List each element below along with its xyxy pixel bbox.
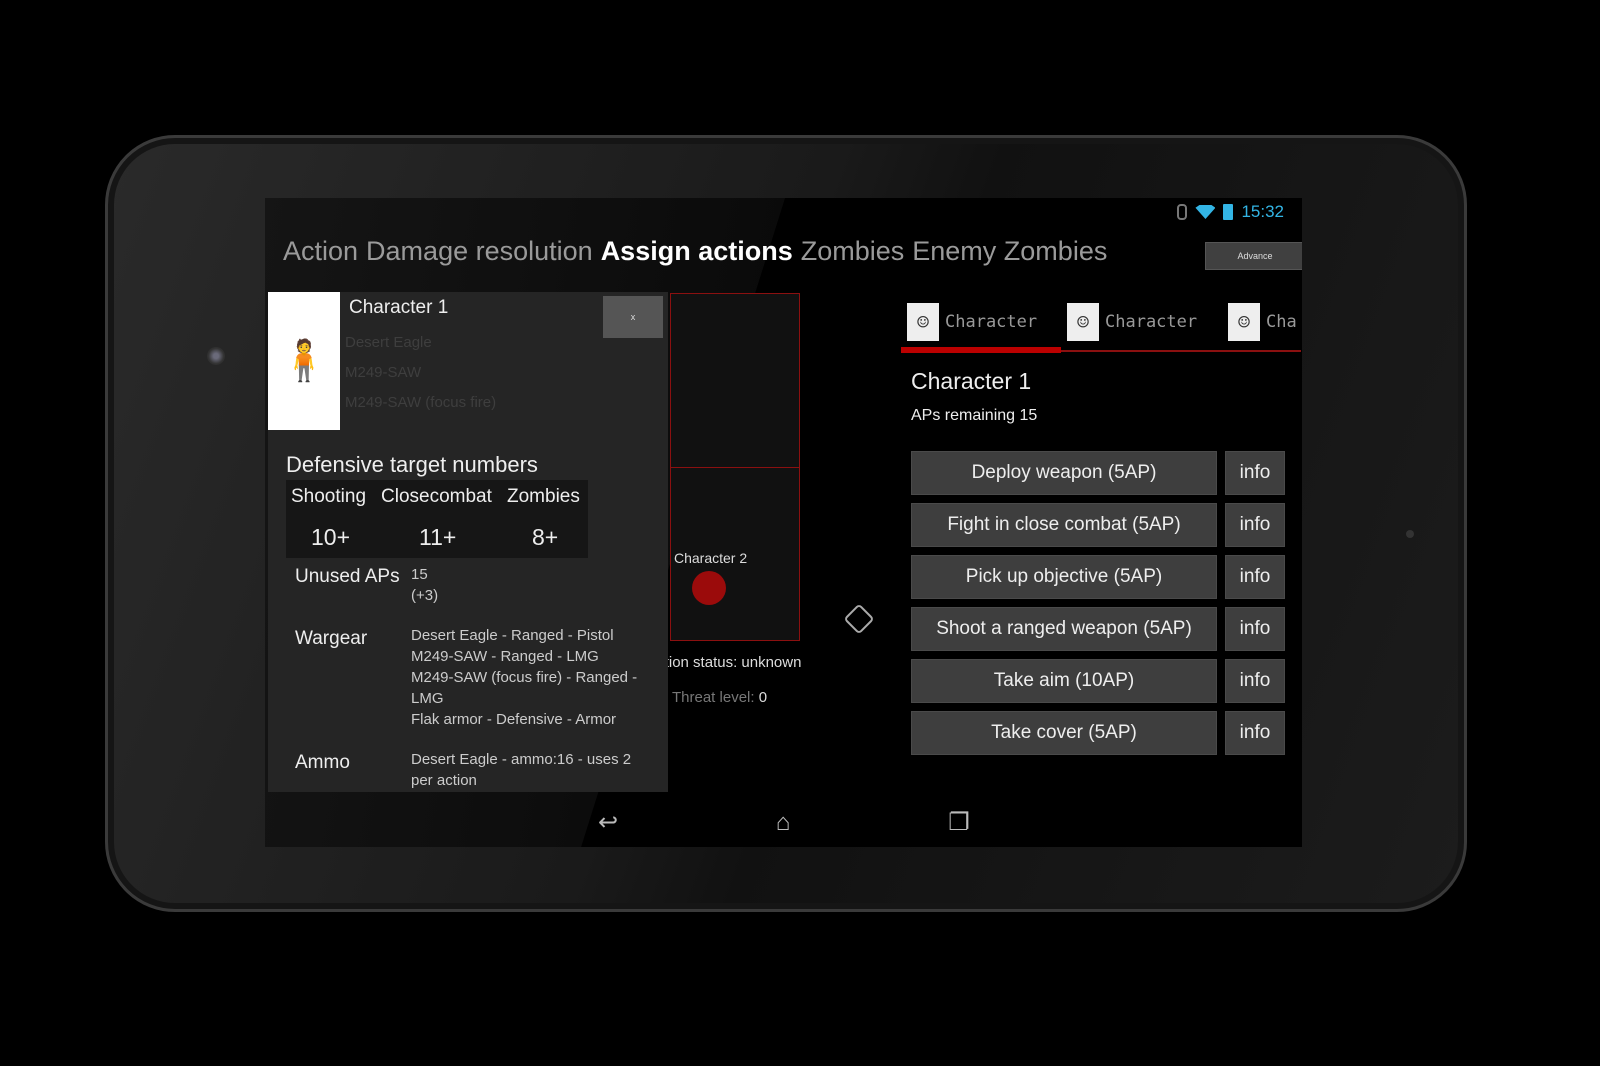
wargear-item: M249-SAW - Ranged - LMG	[411, 648, 599, 665]
character-detail-popup: 🧍 Character 1 x Desert Eagle M249-SAW M2…	[268, 292, 668, 792]
status-bar: 15:32	[1177, 202, 1284, 222]
camera-icon	[207, 347, 225, 365]
wargear-label: Wargear	[295, 628, 368, 649]
aps-remaining: APs remaining 15	[911, 407, 1038, 424]
char-tab-3[interactable]: ☺ Cha	[1228, 303, 1297, 341]
info-button[interactable]: info	[1225, 659, 1285, 703]
character-face-icon: ☺	[1228, 303, 1260, 341]
clock: 15:32	[1241, 202, 1284, 221]
ammo-label: Ammo	[295, 752, 350, 773]
active-tab-indicator	[901, 347, 1061, 353]
ammo-value: Desert Eagle - ammo:16 - uses 2 per acti…	[411, 751, 632, 789]
action-take-cover[interactable]: Take cover (5AP)	[911, 711, 1217, 755]
wargear-list: Desert Eagle - Ranged - Pistol M249-SAW …	[411, 625, 661, 730]
home-icon[interactable]: ⌂	[765, 811, 801, 835]
grid-divider	[671, 467, 799, 468]
char-tab-label: Cha	[1266, 312, 1297, 332]
action-take-aim[interactable]: Take aim (10AP)	[911, 659, 1217, 703]
character-portrait: 🧍	[268, 292, 340, 430]
rotate-icon[interactable]	[843, 603, 875, 635]
char-tab-label: Character	[1105, 312, 1198, 332]
wargear-item: Flak armor - Defensive - Armor	[411, 711, 617, 728]
header-shooting: Shooting	[291, 486, 367, 507]
tab-zombies[interactable]: Zombies	[801, 236, 905, 266]
char-tab-label: Character	[945, 312, 1038, 332]
info-button[interactable]: info	[1225, 607, 1285, 651]
value-shooting: 10+	[311, 524, 351, 550]
threat-value: 0	[758, 689, 768, 706]
action-shoot-ranged[interactable]: Shoot a ranged weapon (5AP)	[911, 607, 1217, 651]
character2-marker[interactable]	[692, 571, 726, 605]
unused-bonus: (+3)	[411, 587, 439, 604]
bluetooth-icon	[1177, 204, 1188, 220]
unused-aps-label: Unused APs	[295, 566, 400, 587]
unused-aps-value: 15 (+3)	[411, 564, 661, 606]
defensive-table: Shooting Closecombat Zombies 10+ 11+ 8+	[286, 480, 588, 558]
info-button[interactable]: info	[1225, 503, 1285, 547]
info-button[interactable]: info	[1225, 555, 1285, 599]
wargear-item: M249-SAW (focus fire) - Ranged - LMG	[411, 669, 638, 707]
back-icon[interactable]: ↩	[590, 811, 626, 835]
char-tab-2[interactable]: ☺ Character	[1067, 303, 1197, 341]
tab-action[interactable]: Action	[283, 236, 358, 266]
character2-label: Character 2	[674, 550, 748, 566]
sensor	[1406, 530, 1414, 538]
info-button[interactable]: info	[1225, 451, 1285, 495]
wargear-item: Desert Eagle - Ranged - Pistol	[411, 627, 614, 644]
phase-tabs: Action Damage resolution Assign actions Zom…	[283, 236, 1115, 267]
info-button[interactable]: info	[1225, 711, 1285, 755]
action-pick-up-objective[interactable]: Pick up objective (5AP)	[911, 555, 1217, 599]
battery-icon	[1223, 204, 1234, 220]
wifi-icon	[1195, 205, 1216, 219]
value-closecombat: 11+	[419, 524, 457, 550]
ghost-item: Desert Eagle	[345, 334, 432, 351]
recent-apps-icon[interactable]: ❐	[941, 811, 977, 835]
char-tab-1[interactable]: ☺ Character	[907, 303, 1037, 341]
popup-character-name: Character 1	[349, 297, 449, 318]
character-name: Character 1	[911, 368, 1032, 394]
character-face-icon: ☺	[1067, 303, 1099, 341]
action-deploy-weapon[interactable]: Deploy weapon (5AP)	[911, 451, 1217, 495]
defensive-title: Defensive target numbers	[286, 452, 538, 477]
tab-damage-resolution[interactable]: Damage resolution	[366, 236, 593, 266]
threat-label: Threat level:	[672, 689, 755, 706]
threat-level: Threat level: 0	[672, 689, 767, 706]
header-closecombat: Closecombat	[381, 486, 492, 507]
unused-value: 15	[411, 566, 428, 583]
header-zombies: Zombies	[507, 486, 580, 507]
close-button[interactable]: x	[603, 296, 663, 338]
ghost-item: M249-SAW	[345, 364, 422, 381]
tab-assign-actions[interactable]: Assign actions	[601, 236, 793, 266]
map-grid[interactable]	[670, 293, 800, 641]
value-zombies: 8+	[532, 524, 559, 550]
character-face-icon: ☺	[907, 303, 939, 341]
tab-enemy-zombies[interactable]: Enemy Zombies	[912, 236, 1107, 266]
ghost-item: M249-SAW (focus fire)	[345, 394, 497, 411]
advance-button[interactable]: Advance	[1205, 242, 1302, 270]
action-fight-close-combat[interactable]: Fight in close combat (5AP)	[911, 503, 1217, 547]
